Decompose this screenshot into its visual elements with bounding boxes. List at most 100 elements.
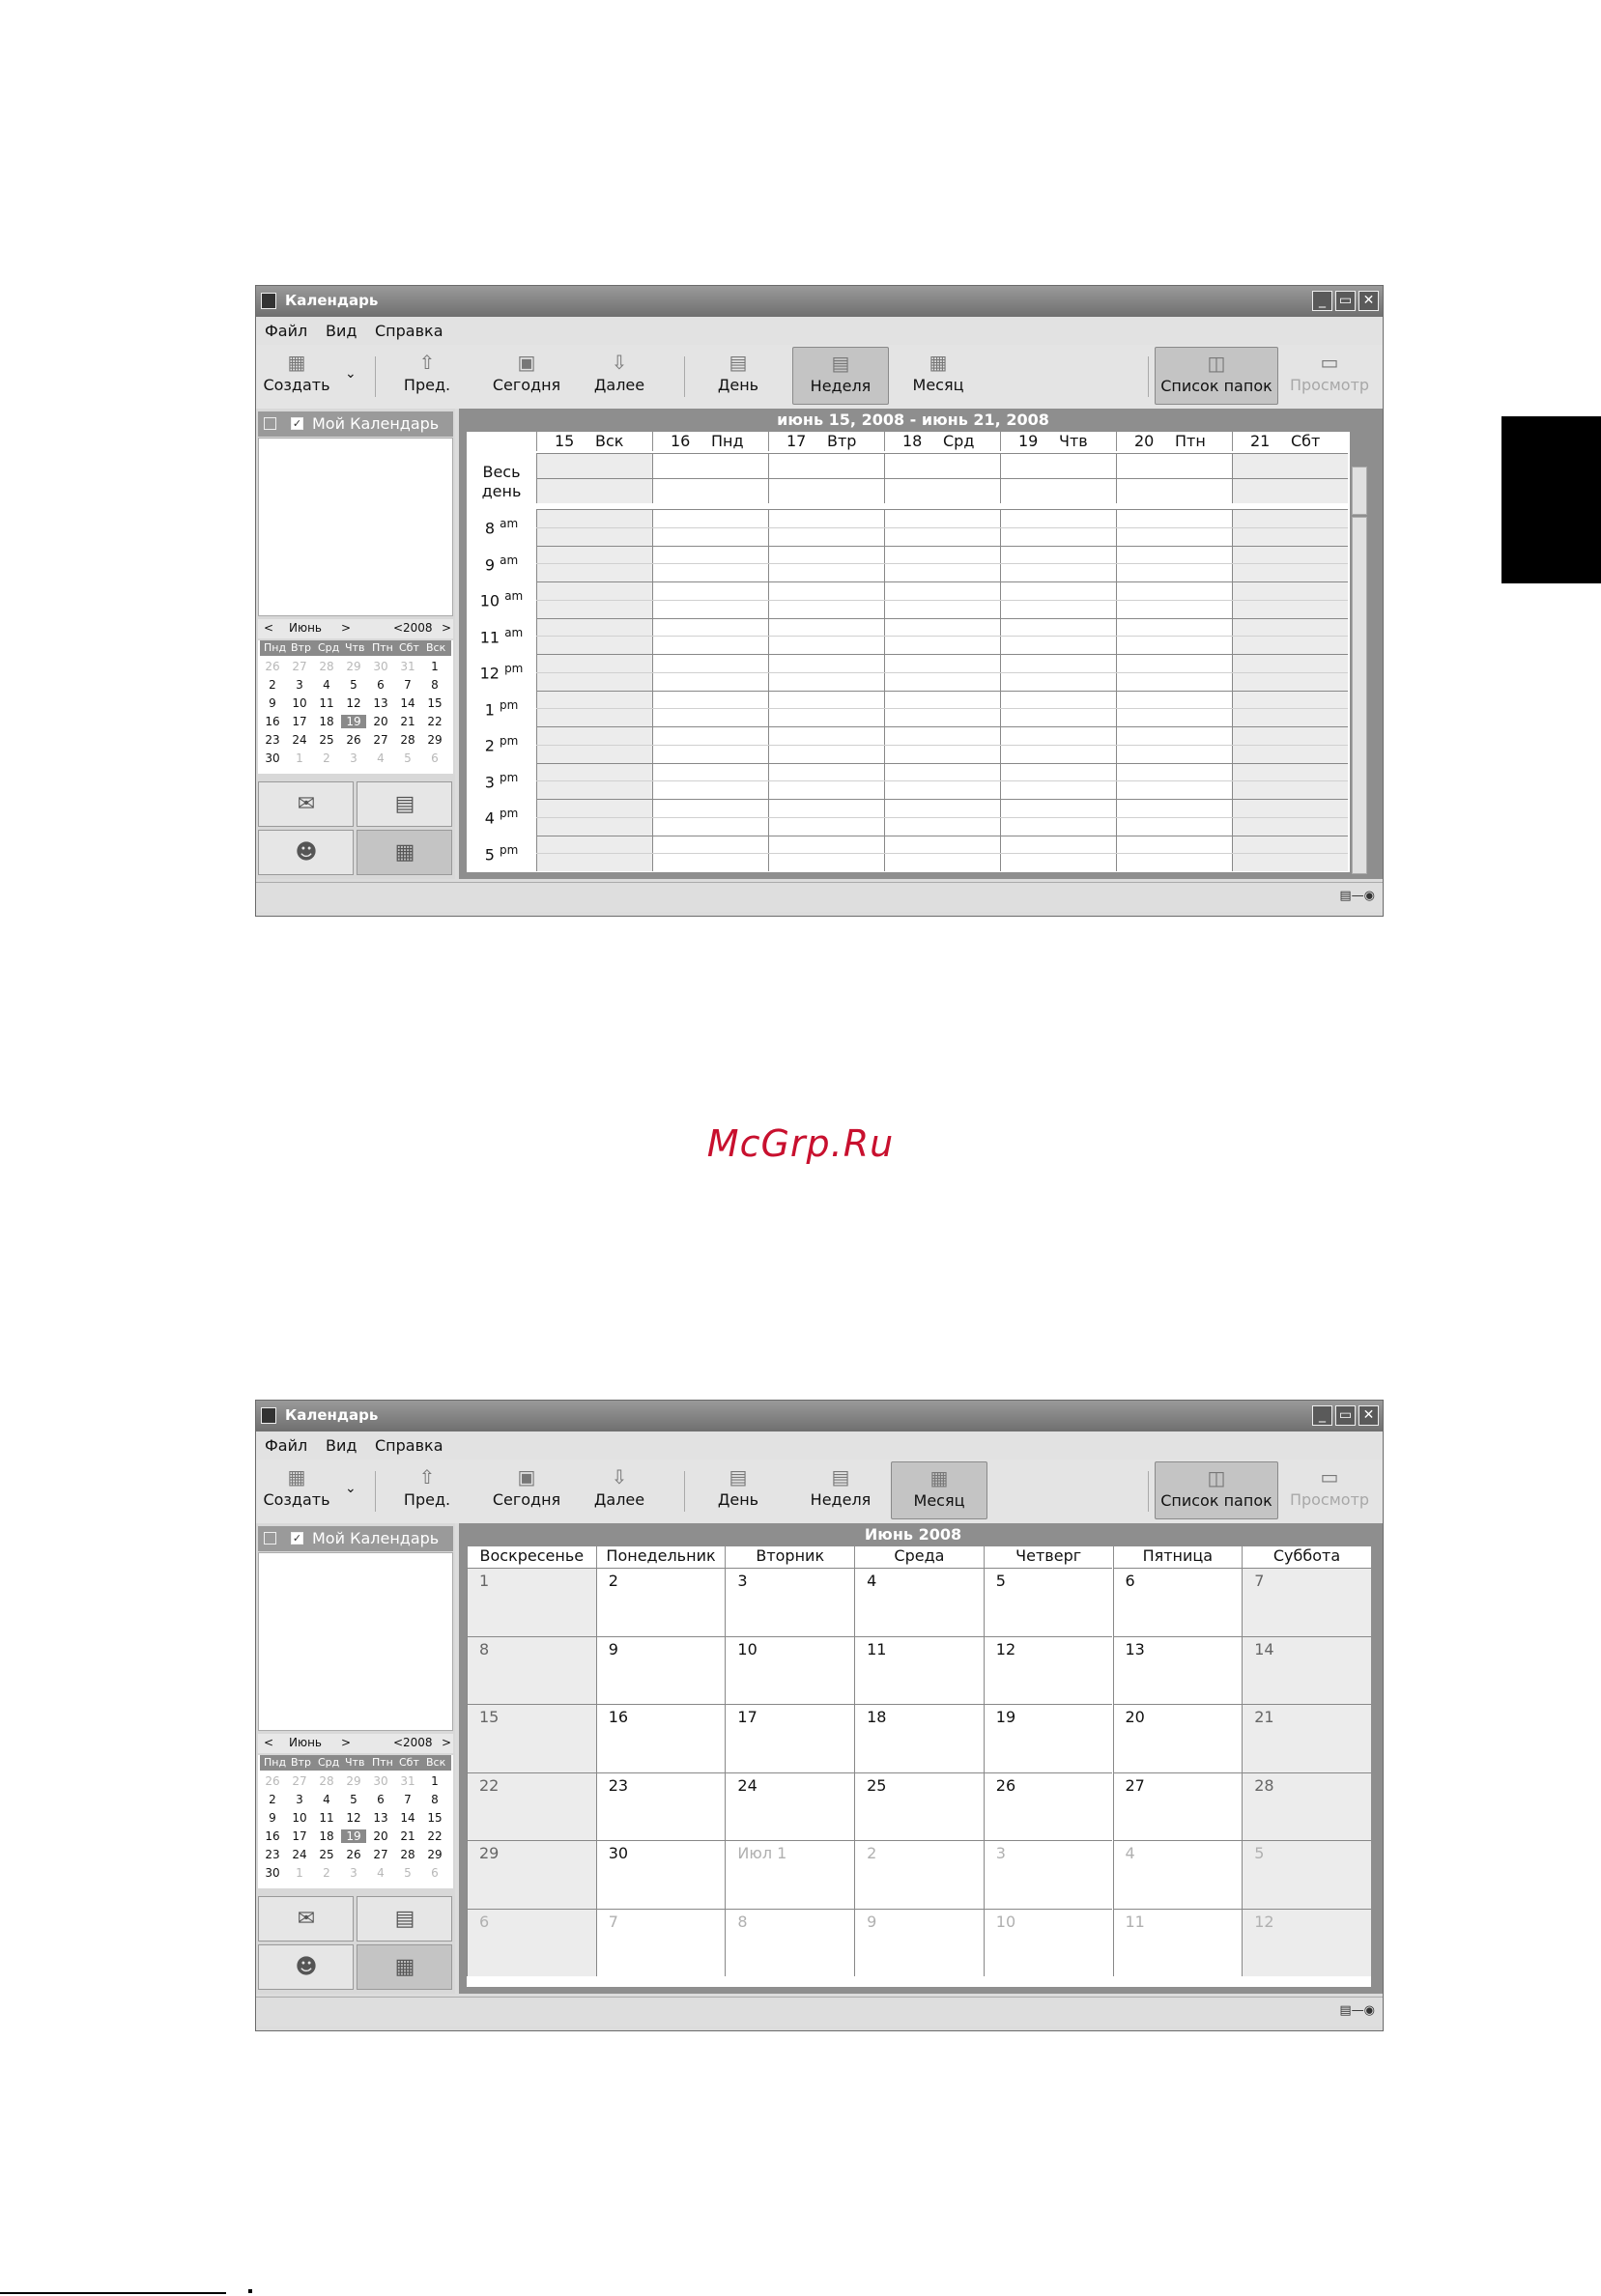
day-header[interactable]: 16 Пнд — [652, 432, 768, 451]
mini-day[interactable]: 20 — [368, 1829, 393, 1843]
month-day-cell[interactable]: 5 — [1242, 1840, 1371, 1909]
month-day-cell[interactable]: 11 — [1112, 1908, 1243, 1976]
mini-day[interactable]: 29 — [341, 1774, 366, 1788]
all-day-cell[interactable] — [768, 453, 884, 478]
mini-day[interactable]: 27 — [287, 1774, 312, 1788]
prev-year-arrow[interactable]: < — [393, 621, 403, 635]
menu-view[interactable]: Вид — [326, 322, 357, 340]
mini-day[interactable]: 16 — [260, 715, 285, 728]
month-day-cell[interactable]: 4 — [1112, 1840, 1243, 1909]
month-day-cell[interactable]: 3 — [983, 1840, 1113, 1909]
month-day-cell[interactable]: 14 — [1242, 1635, 1371, 1704]
mini-day[interactable]: 18 — [314, 715, 339, 728]
month-day-cell[interactable]: 8 — [467, 1635, 596, 1704]
month-day-cell[interactable]: 19 — [983, 1704, 1113, 1772]
mini-day[interactable]: 25 — [314, 1848, 339, 1861]
folder-list-button[interactable]: ◫ Список папок — [1155, 1461, 1278, 1519]
mini-day[interactable]: 1 — [287, 751, 312, 765]
week-view-button[interactable]: ▤ Неделя — [798, 1461, 883, 1519]
calendar-checkbox[interactable]: ✓ — [291, 1532, 303, 1545]
prev-month-arrow[interactable]: < — [264, 621, 273, 635]
month-day-cell[interactable]: 10 — [983, 1908, 1113, 1976]
next-month-arrow[interactable]: > — [341, 1736, 351, 1749]
all-day-cell[interactable] — [1232, 478, 1348, 503]
mini-day[interactable]: 30 — [260, 1866, 285, 1880]
mini-day[interactable]: 1 — [287, 1866, 312, 1880]
online-status-icon[interactable]: ▤—◉ — [1321, 2003, 1375, 2021]
month-day-cell[interactable]: 10 — [725, 1635, 855, 1704]
mini-day[interactable]: 26 — [341, 733, 366, 747]
day-header[interactable]: 20 Птн — [1116, 432, 1232, 451]
all-day-cell[interactable] — [1116, 478, 1232, 503]
mini-day[interactable]: 18 — [314, 1829, 339, 1843]
mini-day[interactable]: 3 — [287, 678, 312, 692]
month-day-cell[interactable]: 9 — [854, 1908, 984, 1976]
month-day-cell[interactable]: 26 — [983, 1772, 1113, 1840]
mini-day[interactable]: 7 — [395, 678, 420, 692]
news-app-button[interactable]: ▤ — [357, 781, 452, 827]
expand-checkbox[interactable] — [264, 417, 276, 430]
month-day-cell[interactable]: 2 — [854, 1840, 984, 1909]
mini-day[interactable]: 25 — [314, 733, 339, 747]
calendar-app-button[interactable]: ▦ — [357, 1944, 452, 1990]
mini-day[interactable]: 4 — [314, 1793, 339, 1806]
month-day-cell[interactable]: 11 — [854, 1635, 984, 1704]
month-day-cell[interactable]: 12 — [983, 1635, 1113, 1704]
minimize-button[interactable]: _ — [1312, 1405, 1332, 1426]
all-day-scrollbar[interactable] — [1352, 467, 1367, 515]
mini-day[interactable]: 15 — [422, 1811, 447, 1825]
mini-day[interactable]: 14 — [395, 1811, 420, 1825]
all-day-cell[interactable] — [768, 478, 884, 503]
chevron-down-icon[interactable]: ⌄ — [345, 366, 357, 382]
mini-day[interactable]: 20 — [368, 715, 393, 728]
mini-day[interactable]: 8 — [422, 678, 447, 692]
mini-day[interactable]: 23 — [260, 1848, 285, 1861]
month-day-cell[interactable]: 5 — [983, 1568, 1113, 1636]
mini-day[interactable]: 27 — [368, 1848, 393, 1861]
month-day-cell[interactable]: 7 — [595, 1908, 726, 1976]
mini-day[interactable]: 21 — [395, 1829, 420, 1843]
preview-button[interactable]: ▭ Просмотр — [1286, 1461, 1373, 1519]
day-header[interactable]: 17 Втр — [768, 432, 884, 451]
all-day-cell[interactable] — [536, 453, 652, 478]
contacts-app-button[interactable]: ☻ — [258, 1944, 354, 1990]
mini-day[interactable]: 27 — [287, 660, 312, 673]
mini-day[interactable]: 27 — [368, 733, 393, 747]
mini-day[interactable]: 26 — [341, 1848, 366, 1861]
mini-day[interactable]: 19 — [341, 715, 366, 728]
mini-day[interactable]: 12 — [341, 1811, 366, 1825]
mini-day[interactable]: 13 — [368, 1811, 393, 1825]
month-day-cell[interactable]: 6 — [467, 1908, 596, 1976]
month-day-cell[interactable]: 27 — [1112, 1772, 1243, 1840]
mini-day[interactable]: 29 — [422, 1848, 447, 1861]
mini-day[interactable]: 31 — [395, 660, 420, 673]
news-app-button[interactable]: ▤ — [357, 1896, 452, 1942]
month-day-cell[interactable]: 16 — [595, 1704, 726, 1772]
next-button[interactable]: ⇩ Далее — [588, 347, 650, 405]
mini-day[interactable]: 3 — [341, 1866, 366, 1880]
day-view-button[interactable]: ▤ День — [706, 1461, 770, 1519]
all-day-cell[interactable] — [884, 453, 1000, 478]
month-day-cell[interactable]: 4 — [854, 1568, 984, 1636]
month-day-cell[interactable]: 23 — [595, 1772, 726, 1840]
mini-day[interactable]: 23 — [260, 733, 285, 747]
create-button[interactable]: ▦ Создать — [260, 1461, 333, 1519]
month-day-cell[interactable]: 3 — [725, 1568, 855, 1636]
calendar-app-button[interactable]: ▦ — [357, 830, 452, 875]
mini-day[interactable]: 6 — [368, 678, 393, 692]
menu-file[interactable]: Файл — [265, 322, 307, 340]
maximize-button[interactable]: ▭ — [1335, 291, 1356, 311]
all-day-cell[interactable] — [652, 453, 768, 478]
today-button[interactable]: ▣ Сегодня — [484, 347, 569, 405]
contacts-app-button[interactable]: ☻ — [258, 830, 354, 875]
mini-day[interactable]: 2 — [260, 1793, 285, 1806]
mini-day[interactable]: 2 — [260, 678, 285, 692]
maximize-button[interactable]: ▭ — [1335, 1405, 1356, 1426]
expand-checkbox[interactable] — [264, 1532, 276, 1545]
month-view-button[interactable]: ▦ Месяц — [891, 1461, 987, 1519]
mini-day[interactable]: 6 — [422, 751, 447, 765]
day-header[interactable]: 18 Срд — [884, 432, 1000, 451]
month-day-cell[interactable]: 30 — [595, 1840, 726, 1909]
mini-day[interactable]: 1 — [422, 660, 447, 673]
month-day-cell[interactable]: 21 — [1242, 1704, 1371, 1772]
